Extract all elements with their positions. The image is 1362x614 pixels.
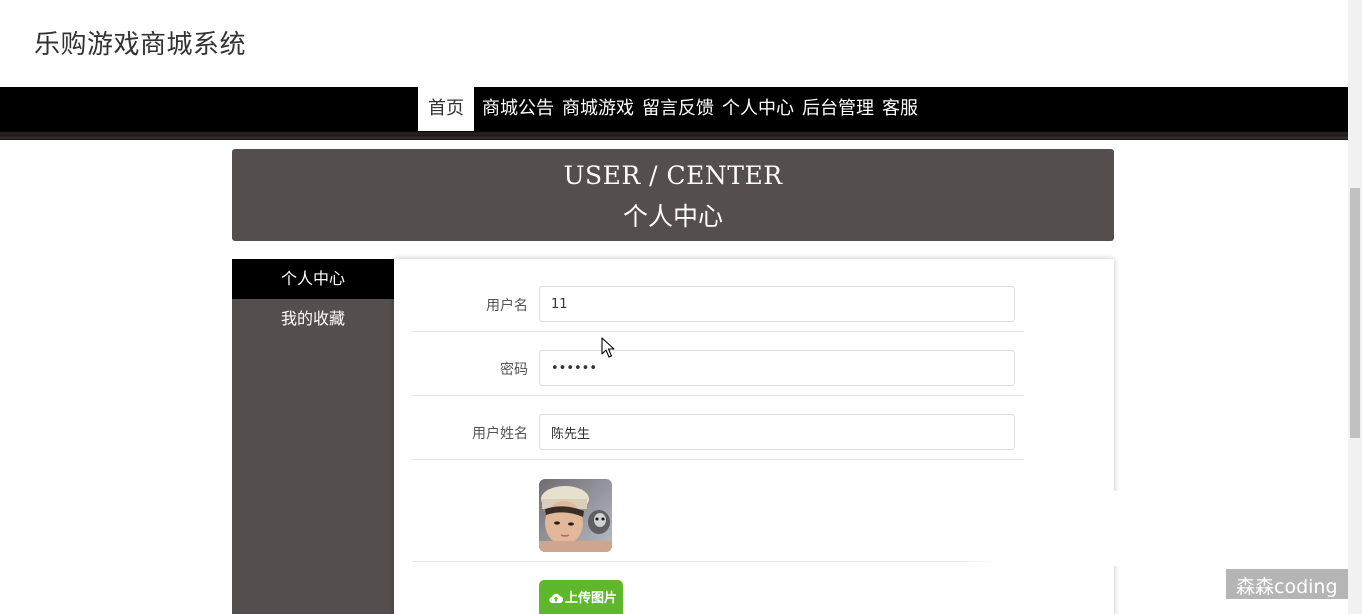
banner-title-cn: 个人中心	[622, 202, 723, 231]
page: 乐购游戏商城系统 首页 商城公告 商城游戏 留言反馈 个人中心 后台管理 客服 …	[0, 0, 1362, 614]
site-header: 乐购游戏商城系统	[0, 0, 1348, 87]
overlay-fade	[952, 491, 1348, 566]
banner-title-en: USER / CENTER	[563, 161, 783, 190]
sidebar-item-favorites[interactable]: 我的收藏	[232, 299, 394, 339]
password-label: 密码	[500, 362, 528, 378]
name-label: 用户姓名	[472, 426, 528, 442]
upload-image-button[interactable]: 上传图片	[539, 580, 623, 614]
site-title[interactable]: 乐购游戏商城系统	[34, 24, 246, 61]
nav-item-user-center[interactable]: 个人中心	[718, 87, 798, 131]
scrollbar-thumb[interactable]	[1350, 188, 1360, 438]
username-field[interactable]	[539, 286, 1015, 322]
sidebar: 个人中心 我的收藏	[232, 259, 394, 614]
upload-image-label: 上传图片	[565, 591, 618, 606]
mouse-cursor-icon	[601, 337, 615, 358]
username-label: 用户名	[486, 298, 528, 314]
form-row-username: 用户名	[412, 277, 1024, 332]
nav-item-customer-service[interactable]: 客服	[878, 87, 922, 131]
nav-item-home[interactable]: 首页	[418, 87, 474, 131]
cloud-upload-icon	[549, 593, 564, 604]
nav-item-feedback[interactable]: 留言反馈	[638, 87, 718, 131]
nav-item-admin[interactable]: 后台管理	[798, 87, 878, 131]
form-row-avatar	[412, 460, 1024, 562]
nav-item-games[interactable]: 商城游戏	[558, 87, 638, 131]
sidebar-item-user-center[interactable]: 个人中心	[232, 259, 394, 299]
form-row-name: 用户姓名	[412, 396, 1024, 460]
nav-list: 首页 商城公告 商城游戏 留言反馈 个人中心 后台管理 客服	[418, 87, 922, 131]
main-nav: 首页 商城公告 商城游戏 留言反馈 个人中心 后台管理 客服	[0, 87, 1348, 140]
page-banner: USER / CENTER 个人中心	[232, 149, 1114, 241]
nav-item-announcements[interactable]: 商城公告	[478, 87, 558, 131]
form-row-password: 密码	[412, 332, 1024, 396]
page-scrollbar[interactable]	[1348, 0, 1362, 614]
name-field[interactable]	[539, 414, 1015, 450]
avatar	[539, 479, 612, 552]
avatar-image	[539, 479, 612, 552]
watermark: 森森coding	[1226, 569, 1352, 599]
